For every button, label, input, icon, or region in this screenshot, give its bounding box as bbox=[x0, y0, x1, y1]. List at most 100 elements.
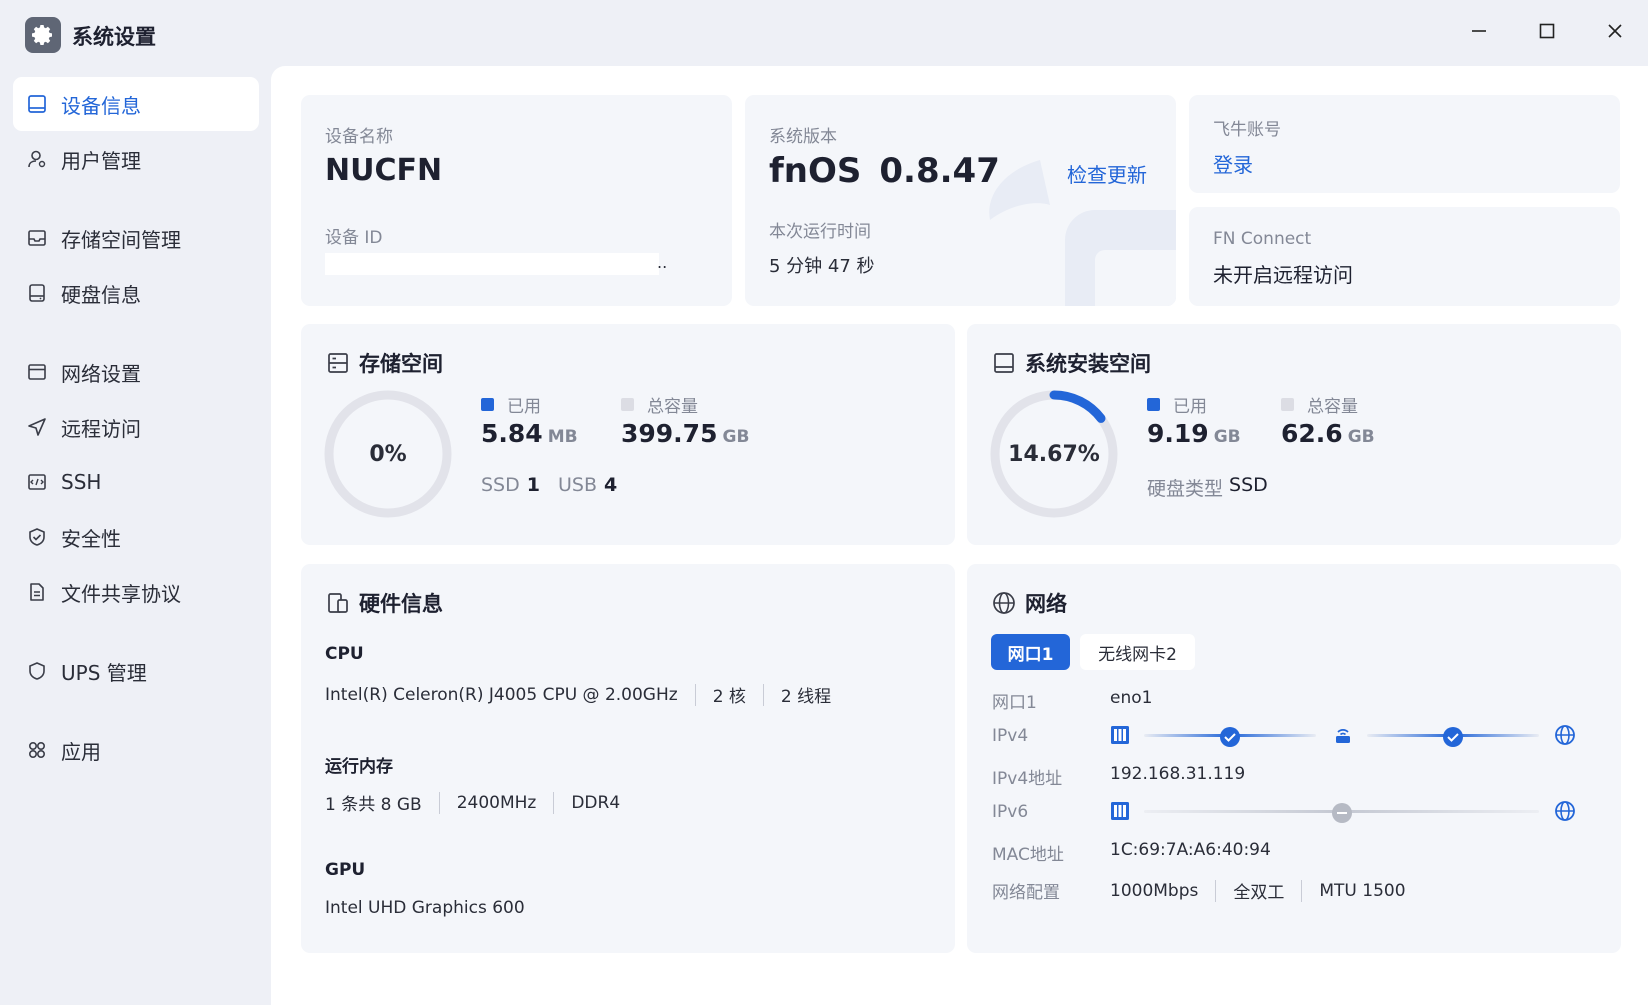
divider bbox=[553, 791, 555, 814]
device-id-label: 设备 ID bbox=[325, 228, 383, 248]
disconnected-minus-icon bbox=[1331, 802, 1353, 824]
sidebar-item-label: 存储空间管理 bbox=[61, 227, 181, 252]
ethernet-port-icon bbox=[1109, 800, 1131, 822]
uptime-label: 本次运行时间 bbox=[769, 222, 871, 242]
system-install-used-value: 9.19 GB bbox=[1147, 419, 1241, 448]
network-config: 1000Mbps 全双工 MTU 1500 bbox=[1110, 878, 1406, 903]
tab-wireless-2[interactable]: 无线网卡2 bbox=[1080, 634, 1195, 670]
storage-title: 存储空间 bbox=[359, 352, 443, 376]
sidebar-item-ups[interactable]: UPS 管理 bbox=[13, 644, 259, 698]
ipv4-address-label: IPv4地址 bbox=[992, 769, 1063, 789]
gpu-model: Intel UHD Graphics 600 bbox=[325, 898, 525, 918]
tab-port-1[interactable]: 网口1 bbox=[991, 634, 1070, 670]
shield-check-icon bbox=[26, 526, 48, 548]
minimize-icon bbox=[1471, 23, 1487, 43]
sidebar-item-security[interactable]: 安全性 bbox=[13, 510, 259, 564]
ipv4-address: 192.168.31.119 bbox=[1110, 764, 1246, 784]
remote-access-icon bbox=[26, 416, 48, 438]
sidebar-item-label: 安全性 bbox=[61, 526, 121, 551]
cpu-model: Intel(R) Celeron(R) J4005 CPU @ 2.00GHz bbox=[325, 684, 678, 705]
sidebar-item-label: 网络设置 bbox=[61, 361, 141, 386]
sidebar-item-user-management[interactable]: 用户管理 bbox=[13, 132, 259, 186]
divider bbox=[1215, 879, 1217, 902]
cpu-details: Intel(R) Celeron(R) J4005 CPU @ 2.00GHz … bbox=[325, 682, 831, 707]
connected-check-icon bbox=[1442, 726, 1464, 748]
maximize-button[interactable] bbox=[1530, 18, 1564, 48]
sidebar-item-label: 文件共享协议 bbox=[61, 581, 181, 606]
mac-address-label: MAC地址 bbox=[992, 845, 1064, 865]
cpu-label: CPU bbox=[325, 644, 364, 664]
fn-account-card: 飞牛账号 登录 bbox=[1189, 95, 1620, 193]
system-install-percent: 14.67% bbox=[1008, 442, 1100, 467]
account-label: 飞牛账号 bbox=[1213, 120, 1281, 140]
cpu-cores: 2 核 bbox=[712, 687, 746, 707]
system-install-total-value: 62.6 GB bbox=[1281, 419, 1375, 448]
sidebar-item-label: 应用 bbox=[61, 739, 101, 764]
user-icon bbox=[26, 148, 48, 170]
disk-type-value: SSD bbox=[1229, 474, 1268, 496]
minimize-button[interactable] bbox=[1462, 18, 1496, 48]
close-button[interactable] bbox=[1598, 18, 1632, 48]
gpu-label: GPU bbox=[325, 860, 366, 880]
sidebar-item-label: 远程访问 bbox=[61, 416, 141, 441]
file-share-icon bbox=[26, 581, 48, 603]
storage-used-value: 5.84 MB bbox=[481, 419, 578, 448]
used-legend-swatch bbox=[1147, 398, 1160, 411]
network-settings-icon bbox=[26, 361, 48, 383]
divider bbox=[438, 791, 440, 814]
device-id-ellipsis: .. bbox=[657, 253, 668, 272]
router-icon bbox=[1332, 724, 1354, 746]
sidebar-item-file-sharing[interactable]: 文件共享协议 bbox=[13, 565, 259, 619]
total-legend-label: 总容量 bbox=[647, 397, 698, 417]
device-name: NUCFN bbox=[325, 153, 443, 188]
sidebar-item-disk-info[interactable]: 硬盘信息 bbox=[13, 266, 259, 320]
hard-disk-icon bbox=[991, 350, 1017, 376]
storage-icon bbox=[26, 227, 48, 249]
link-speed: 1000Mbps bbox=[1110, 880, 1199, 901]
system-version-card: 系统版本 fnOS 0.8.47 检查更新 本次运行时间 5 分钟 47 秒 bbox=[745, 95, 1176, 306]
network-card: 网络 网口1 无线网卡2 网口1 eno1 IPv4 IPv4地址 192.16… bbox=[967, 564, 1621, 953]
sidebar-item-label: SSH bbox=[61, 470, 102, 494]
close-icon bbox=[1607, 23, 1623, 43]
internet-globe-icon bbox=[1554, 724, 1576, 746]
storage-total-value: 399.75 GB bbox=[621, 419, 750, 448]
apps-icon bbox=[26, 739, 48, 761]
used-legend-label: 已用 bbox=[507, 397, 541, 417]
memory-frequency: 2400MHz bbox=[456, 792, 537, 813]
memory-size: 1 条共 8 GB bbox=[325, 795, 422, 815]
sidebar-item-label: 硬盘信息 bbox=[61, 282, 141, 307]
port-label: 网口1 bbox=[992, 693, 1037, 713]
window-title: 系统设置 bbox=[72, 25, 156, 49]
used-legend-swatch bbox=[481, 398, 494, 411]
sidebar-item-remote-access[interactable]: 远程访问 bbox=[13, 400, 259, 454]
fn-connect-card: FN Connect 未开启远程访问 bbox=[1189, 207, 1620, 306]
hardware-title: 硬件信息 bbox=[359, 592, 443, 616]
os-version: 0.8.47 bbox=[879, 151, 1000, 191]
sidebar-item-network-settings[interactable]: 网络设置 bbox=[13, 345, 259, 399]
uptime-value: 5 分钟 47 秒 bbox=[769, 256, 875, 277]
used-legend-label: 已用 bbox=[1173, 397, 1207, 417]
sidebar-item-label: 用户管理 bbox=[61, 148, 141, 173]
device-icon bbox=[26, 93, 48, 115]
sidebar-item-ssh[interactable]: SSH bbox=[13, 455, 259, 509]
disk-type-label: 硬盘类型 bbox=[1147, 478, 1224, 500]
hardware-icon bbox=[325, 590, 351, 616]
duplex-mode: 全双工 bbox=[1233, 883, 1285, 903]
sidebar-item-storage-management[interactable]: 存储空间管理 bbox=[13, 211, 259, 265]
system-install-space-card: 系统安装空间 14.67% 已用 总容量 9.19 GB 62.6 GB 硬盘类型 … bbox=[967, 324, 1621, 545]
check-update-link[interactable]: 检查更新 bbox=[1067, 159, 1147, 188]
network-config-label: 网络配置 bbox=[992, 883, 1060, 903]
system-install-title: 系统安装空间 bbox=[1025, 352, 1151, 376]
memory-details: 1 条共 8 GB 2400MHz DDR4 bbox=[325, 790, 620, 815]
login-link[interactable]: 登录 bbox=[1213, 149, 1253, 178]
divider bbox=[694, 683, 696, 706]
system-version: fnOS 0.8.47 bbox=[769, 151, 1000, 191]
system-version-label: 系统版本 bbox=[769, 127, 837, 147]
os-name: fnOS bbox=[769, 151, 862, 191]
sidebar-item-apps[interactable]: 应用 bbox=[13, 723, 259, 777]
terminal-icon bbox=[26, 471, 48, 493]
storage-icon bbox=[325, 350, 351, 376]
mac-address: 1C:69:7A:A6:40:94 bbox=[1110, 840, 1271, 860]
device-id-redacted bbox=[325, 253, 659, 275]
sidebar-item-device-info[interactable]: 设备信息 bbox=[13, 77, 259, 131]
